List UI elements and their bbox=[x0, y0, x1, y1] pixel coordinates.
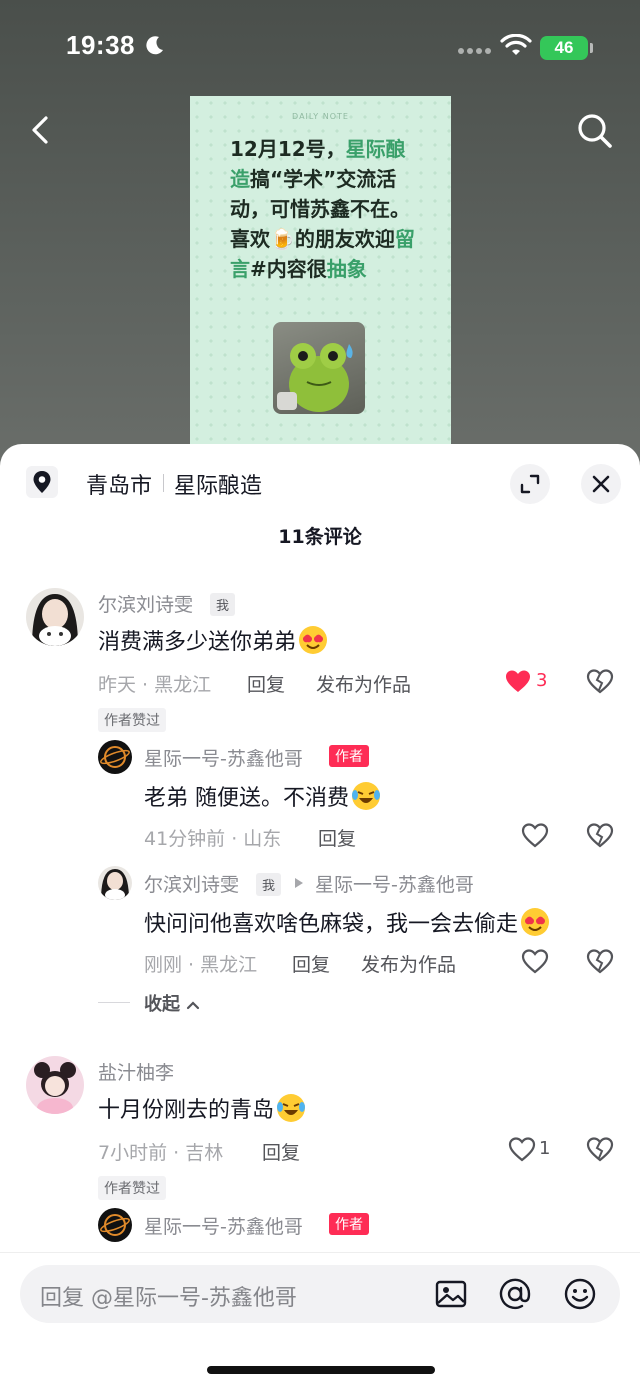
comment-sheet: 青岛市 星际酿造 11条评论 尔滨刘诗雯 我 消费满多少送你弟弟 昨天 · 黑龙… bbox=[0, 444, 640, 1387]
heart-outline-icon[interactable] bbox=[521, 822, 549, 848]
reply-username[interactable]: 尔滨刘诗雯 bbox=[144, 870, 239, 897]
dislike-icon[interactable] bbox=[586, 668, 614, 694]
note-text-segment: 12月12号， bbox=[230, 137, 346, 161]
heart-eyes-emoji-icon bbox=[521, 908, 550, 936]
reply-item: 尔滨刘诗雯 我 星际一号-苏鑫他哥 快问问他喜欢啥色麻袋，我一会去偷走 刚刚 ·… bbox=[0, 860, 640, 980]
laughing-crying-emoji-icon bbox=[352, 782, 380, 810]
heart-outline-icon[interactable] bbox=[508, 1136, 536, 1162]
me-tag: 我 bbox=[210, 593, 236, 616]
search-icon[interactable] bbox=[572, 108, 616, 152]
status-time: 19:38 bbox=[66, 30, 135, 60]
mention-icon[interactable] bbox=[498, 1277, 532, 1311]
avatar[interactable] bbox=[26, 588, 84, 646]
author-tag: 作者 bbox=[329, 745, 369, 767]
comment-text: 消费满多少送你弟弟 bbox=[98, 624, 328, 656]
author-liked-tag: 作者赞过 bbox=[98, 708, 166, 732]
reply-username[interactable]: 星际一号-苏鑫他哥 bbox=[144, 1212, 303, 1239]
battery-level: 46 bbox=[554, 38, 574, 57]
heart-eyes-emoji-icon bbox=[299, 626, 328, 654]
reply-text-content: 老弟 随便送。不消费 bbox=[144, 786, 349, 811]
avatar[interactable] bbox=[98, 740, 132, 774]
reply-input-placeholder: 回复 @星际一号-苏鑫他哥 bbox=[40, 1286, 297, 1311]
comment-meta: 7小时前 · 吉林 bbox=[98, 1142, 224, 1164]
comment-meta: 昨天 · 黑龙江 bbox=[98, 674, 212, 696]
chevron-up-icon bbox=[187, 1001, 200, 1010]
reply-button[interactable]: 回复 bbox=[318, 824, 356, 851]
note-highlight-text: 抽象 bbox=[326, 257, 367, 281]
author-tag: 作者 bbox=[329, 1213, 369, 1235]
dislike-icon[interactable] bbox=[586, 1136, 614, 1162]
note-image[interactable]: DAILY NOTE 12月12号，星际酿造搞“学术”交流活动，可惜苏鑫不在。喜… bbox=[190, 96, 451, 456]
like-count: 1 bbox=[539, 1138, 551, 1159]
back-arrow-icon[interactable] bbox=[20, 108, 64, 152]
note-text-segment: #内容很 bbox=[250, 257, 327, 281]
dislike-icon[interactable] bbox=[586, 822, 614, 848]
close-icon bbox=[592, 475, 610, 493]
comment-item: 盐汁柚李 十月份刚去的青岛 7小时前 · 吉林 回复 1 作者赞过 bbox=[0, 1052, 640, 1202]
reply-button[interactable]: 回复 bbox=[292, 950, 330, 977]
publish-as-work-button[interactable]: 发布为作品 bbox=[316, 670, 411, 697]
like-count: 3 bbox=[536, 670, 548, 691]
heart-outline-icon[interactable] bbox=[521, 948, 549, 974]
dislike-icon[interactable] bbox=[586, 948, 614, 974]
comment-text: 十月份刚去的青岛 bbox=[98, 1092, 306, 1124]
home-indicator[interactable] bbox=[207, 1366, 435, 1374]
location-place: 星际酿造 bbox=[174, 474, 263, 499]
collapse-label: 收起 bbox=[144, 994, 180, 1015]
avatar[interactable] bbox=[98, 1208, 132, 1242]
location-bar[interactable]: 青岛市 星际酿造 bbox=[0, 444, 640, 524]
cellular-signal-icon bbox=[458, 46, 492, 56]
reply-arrow-icon bbox=[295, 878, 303, 888]
wifi-icon bbox=[500, 34, 532, 55]
frog-meme-image bbox=[273, 322, 365, 414]
avatar[interactable] bbox=[98, 866, 132, 900]
collapse-replies-button[interactable]: 收起 bbox=[144, 990, 200, 1016]
note-text: 12月12号，星际酿造搞“学术”交流活动，可惜苏鑫不在。喜欢🍺的朋友欢迎留言#内… bbox=[230, 134, 420, 284]
reply-to-username[interactable]: 星际一号-苏鑫他哥 bbox=[315, 870, 474, 897]
reply-text-content: 快问问他喜欢啥色麻袋，我一会去偷走 bbox=[144, 912, 519, 937]
status-bar: 19:38 46 bbox=[0, 0, 640, 96]
comment-username[interactable]: 盐汁柚李 bbox=[98, 1058, 174, 1085]
moon-icon bbox=[146, 36, 163, 55]
comment-count: 11条评论 bbox=[278, 526, 362, 548]
image-icon[interactable] bbox=[434, 1277, 468, 1311]
expand-button[interactable] bbox=[510, 464, 550, 504]
note-tag: DAILY NOTE bbox=[292, 112, 349, 121]
author-liked-tag: 作者赞过 bbox=[98, 1176, 166, 1200]
expand-icon bbox=[520, 474, 540, 494]
reply-item: 星际一号-苏鑫他哥 作者 老弟 随便送。不消费 41分钟前 · 山东 回复 bbox=[0, 734, 640, 854]
laughing-crying-emoji-icon bbox=[277, 1094, 306, 1122]
reply-text: 老弟 随便送。不消费 bbox=[144, 780, 381, 812]
comment-text-content: 消费满多少送你弟弟 bbox=[98, 630, 297, 655]
reply-meta: 41分钟前 · 山东 bbox=[144, 828, 282, 850]
heart-filled-icon[interactable] bbox=[504, 668, 532, 694]
me-tag: 我 bbox=[256, 873, 282, 896]
battery-tip bbox=[590, 43, 593, 53]
comment-text-content: 十月份刚去的青岛 bbox=[98, 1098, 275, 1123]
emoji-icon[interactable] bbox=[563, 1277, 597, 1311]
collapse-divider bbox=[98, 1002, 130, 1003]
location-pin-icon bbox=[26, 466, 58, 498]
location-divider bbox=[163, 474, 164, 492]
location-city: 青岛市 bbox=[86, 474, 153, 499]
battery-icon: 46 bbox=[540, 36, 588, 60]
note-text-segment: 🍺 bbox=[270, 227, 295, 251]
reply-button[interactable]: 回复 bbox=[247, 670, 285, 697]
reply-item: 星际一号-苏鑫他哥 作者 bbox=[0, 1202, 640, 1252]
reply-button[interactable]: 回复 bbox=[262, 1138, 300, 1165]
reply-username[interactable]: 星际一号-苏鑫他哥 bbox=[144, 744, 303, 771]
reply-meta: 刚刚 · 黑龙江 bbox=[144, 954, 258, 976]
publish-as-work-button[interactable]: 发布为作品 bbox=[361, 950, 456, 977]
reply-text: 快问问他喜欢啥色麻袋，我一会去偷走 bbox=[144, 906, 550, 938]
close-button[interactable] bbox=[581, 464, 621, 504]
avatar[interactable] bbox=[26, 1056, 84, 1114]
comment-item: 尔滨刘诗雯 我 消费满多少送你弟弟 昨天 · 黑龙江 回复 发布为作品 3 作者… bbox=[0, 584, 640, 734]
note-text-segment: 的朋友欢迎 bbox=[294, 227, 395, 251]
comment-username[interactable]: 尔滨刘诗雯 bbox=[98, 590, 193, 617]
reply-input[interactable]: 回复 @星际一号-苏鑫他哥 bbox=[20, 1265, 620, 1323]
